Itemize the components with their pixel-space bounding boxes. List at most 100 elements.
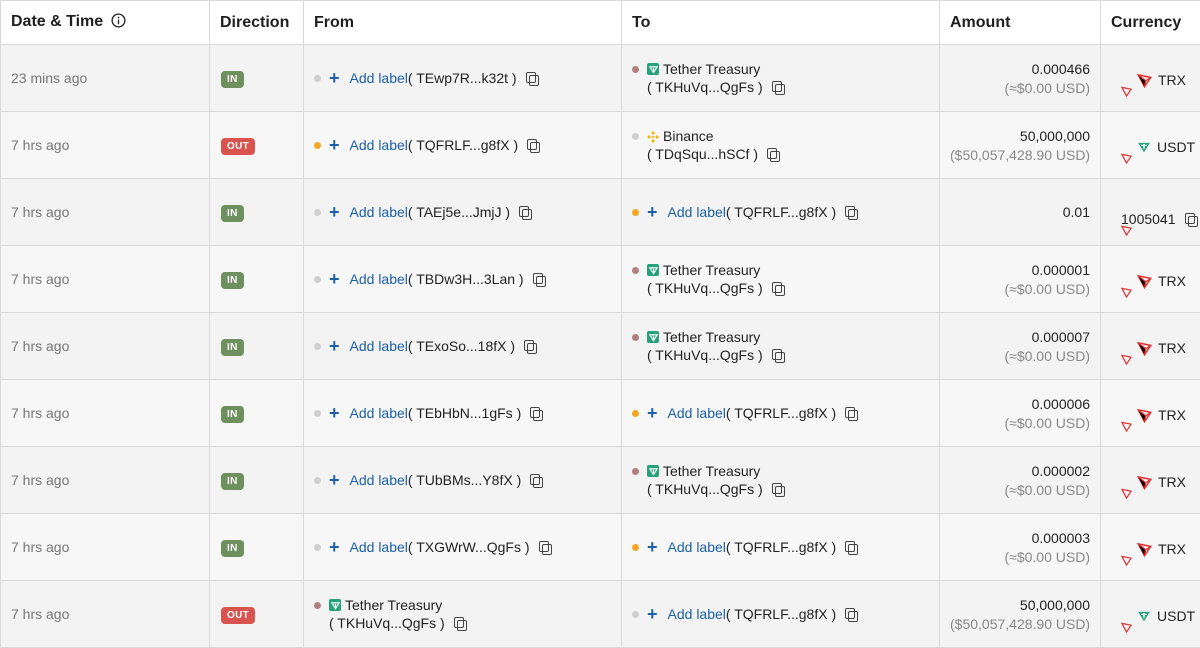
plus-icon[interactable]: + [647,538,658,556]
time-ago[interactable]: 7 hrs ago [11,472,69,488]
time-ago[interactable]: 23 mins ago [11,70,87,86]
address-text[interactable]: ( TKHuVq...QgFs ) [647,79,763,95]
table-row[interactable]: 7 hrs ago OUT Tether Treasury ( TKHuVq...Qg… [0,580,1200,648]
copy-icon[interactable] [529,473,544,488]
cell-time: 7 hrs ago [0,446,210,514]
add-label-link[interactable]: Add label [350,70,408,86]
cell-amount: 50,000,000 ($50,057,428.90 USD) [939,111,1101,179]
time-ago[interactable]: 7 hrs ago [11,137,69,153]
address-text[interactable]: ( TDqSqu...hSCf ) [647,146,758,162]
copy-icon[interactable] [532,272,546,287]
add-label-link[interactable]: Add label [350,137,408,153]
entity-name[interactable]: Tether Treasury [663,463,760,479]
currency-symbol: USDT [1157,139,1196,155]
time-ago[interactable]: 7 hrs ago [11,204,69,220]
copy-icon[interactable] [844,205,859,220]
plus-icon[interactable]: + [329,471,340,489]
add-label-link[interactable]: Add label [668,204,726,220]
tether-icon [647,63,659,75]
status-dot [632,65,639,73]
add-label-link[interactable]: Add label [668,405,726,421]
plus-icon[interactable]: + [329,404,340,422]
address-text[interactable]: ( TUbBMs...Y8fX ) [408,472,521,488]
copy-icon[interactable] [1184,212,1199,227]
copy-icon[interactable] [771,281,785,296]
add-label-link[interactable]: Add label [350,539,408,555]
time-ago[interactable]: 7 hrs ago [11,405,69,421]
copy-icon[interactable] [771,80,785,95]
address-text[interactable]: ( TXGWrW...QgFs ) [408,539,530,555]
plus-icon[interactable]: + [329,203,340,221]
table-row[interactable]: 7 hrs ago IN + Add label( TXGWrW...QgFs ) + A… [0,513,1200,581]
address-text[interactable]: ( TQFRLF...g8fX ) [408,137,518,153]
table-row[interactable]: 7 hrs ago IN + Add label( TExoSo...18fX ) Te… [0,312,1200,380]
address-text[interactable]: ( TExoSo...18fX ) [408,338,515,354]
time-ago[interactable]: 7 hrs ago [11,338,69,354]
copy-icon[interactable] [523,339,538,354]
table-row[interactable]: 23 mins ago IN + Add label( TEwp7R...k32t )… [0,44,1200,112]
plus-icon[interactable]: + [329,69,340,87]
table-row[interactable]: 7 hrs ago OUT + Add label( TQFRLF...g8fX ) B… [0,111,1200,179]
plus-icon[interactable]: + [329,337,340,355]
table-row[interactable]: 7 hrs ago IN + Add label( TUbBMs...Y8fX ) Te… [0,446,1200,514]
cell-direction: IN [209,44,304,112]
table-row[interactable]: 7 hrs ago IN + Add label( TBDw3H...3Lan ) Te… [0,245,1200,313]
time-ago[interactable]: 7 hrs ago [11,271,69,287]
add-label-link[interactable]: Add label [668,539,726,555]
plus-icon[interactable]: + [647,203,658,221]
plus-icon[interactable]: + [647,404,658,422]
address-text[interactable]: ( TEbHbN...1gFs ) [408,405,521,421]
entity-name[interactable]: Tether Treasury [663,262,760,278]
copy-icon[interactable] [526,138,541,153]
address-text[interactable]: ( TQFRLF...g8fX ) [726,204,836,220]
copy-icon[interactable] [529,406,544,421]
copy-icon[interactable] [844,540,859,555]
add-label-link[interactable]: Add label [350,204,408,220]
copy-icon[interactable] [766,147,781,162]
plus-icon[interactable]: + [329,136,340,154]
address-text[interactable]: ( TAEj5e...JmjJ ) [408,204,510,220]
time-ago[interactable]: 7 hrs ago [11,606,69,622]
copy-icon[interactable] [844,406,859,421]
address-text[interactable]: ( TQFRLF...g8fX ) [726,405,836,421]
amount-value: 50,000,000 [1019,596,1090,613]
address-text[interactable]: ( TKHuVq...QgFs ) [647,481,763,497]
add-label-link[interactable]: Add label [350,338,408,354]
tron-flag-icon [1120,223,1133,239]
entity-name[interactable]: Binance [663,128,714,144]
copy-icon[interactable] [525,71,539,86]
address-text[interactable]: ( TQFRLF...g8fX ) [726,606,836,622]
entity-name[interactable]: Tether Treasury [663,61,760,77]
entity-name[interactable]: Tether Treasury [345,597,442,613]
plus-icon[interactable]: + [329,538,340,556]
address-text[interactable]: ( TKHuVq...QgFs ) [647,280,763,296]
copy-icon[interactable] [453,616,467,631]
address-text[interactable]: ( TQFRLF...g8fX ) [726,539,836,555]
copy-icon[interactable] [518,205,533,220]
plus-icon[interactable]: + [329,270,340,288]
address-text[interactable]: ( TKHuVq...QgFs ) [329,615,445,631]
status-dot [314,543,321,551]
address-text[interactable]: ( TEwp7R...k32t ) [408,70,517,86]
info-icon[interactable] [111,12,126,33]
tron-icon [1137,73,1152,88]
copy-icon[interactable] [844,607,859,622]
address-text[interactable]: ( TBDw3H...3Lan ) [408,271,524,287]
add-label-link[interactable]: Add label [350,405,408,421]
time-ago[interactable]: 7 hrs ago [11,539,69,555]
transfers-table: Date & Time Direction From To Amount Cur… [0,0,1200,648]
copy-icon[interactable] [771,482,785,497]
add-label-link[interactable]: Add label [350,271,408,287]
table-row[interactable]: 7 hrs ago IN + Add label( TAEj5e...JmjJ ) + A… [0,178,1200,246]
plus-icon[interactable]: + [647,605,658,623]
table-row[interactable]: 7 hrs ago IN + Add label( TEbHbN...1gFs ) + A… [0,379,1200,447]
cell-from: + Add label( TQFRLF...g8fX ) [303,111,622,179]
address-text[interactable]: ( TKHuVq...QgFs ) [647,347,763,363]
copy-icon[interactable] [771,348,785,363]
copy-icon[interactable] [538,540,552,555]
cell-currency: 1005041 [1100,178,1200,246]
header-datetime[interactable]: Date & Time [0,0,210,45]
add-label-link[interactable]: Add label [668,606,726,622]
entity-name[interactable]: Tether Treasury [663,329,760,345]
add-label-link[interactable]: Add label [350,472,408,488]
